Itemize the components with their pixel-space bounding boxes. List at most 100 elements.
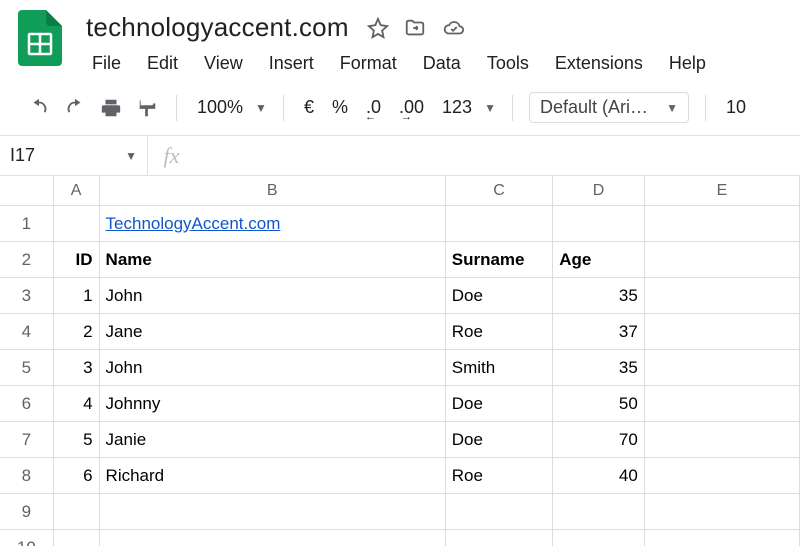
row-header[interactable]: 1	[0, 206, 54, 242]
menu-insert[interactable]: Insert	[259, 49, 324, 78]
cell[interactable]	[645, 530, 800, 546]
cell[interactable]	[645, 206, 800, 242]
cell[interactable]: 37	[553, 314, 645, 350]
menu-format[interactable]: Format	[330, 49, 407, 78]
select-all-corner[interactable]	[0, 176, 54, 206]
cell[interactable]	[645, 242, 800, 278]
paint-format-icon[interactable]	[134, 95, 160, 121]
cell[interactable]: Doe	[446, 422, 553, 458]
cell[interactable]	[54, 494, 100, 530]
cell[interactable]	[645, 278, 800, 314]
cell[interactable]: Roe	[446, 458, 553, 494]
cell[interactable]: Doe	[446, 278, 553, 314]
cell[interactable]	[100, 494, 446, 530]
cell[interactable]: 2	[54, 314, 100, 350]
redo-icon[interactable]	[62, 95, 88, 121]
row-header[interactable]: 6	[0, 386, 54, 422]
decrease-decimal[interactable]: .0←	[362, 95, 385, 120]
name-box[interactable]: I17 ▼	[0, 136, 148, 175]
cell[interactable]	[100, 530, 446, 546]
cell[interactable]	[54, 206, 100, 242]
hyperlink[interactable]: TechnologyAccent.com	[106, 214, 281, 234]
print-icon[interactable]	[98, 95, 124, 121]
cell[interactable]: Jane	[100, 314, 446, 350]
row-header[interactable]: 10	[0, 530, 54, 546]
cell[interactable]: 1	[54, 278, 100, 314]
cell[interactable]: TechnologyAccent.com	[100, 206, 446, 242]
cell[interactable]: 70	[553, 422, 645, 458]
cell[interactable]: Doe	[446, 386, 553, 422]
cell[interactable]: 50	[553, 386, 645, 422]
cell[interactable]	[446, 530, 553, 546]
cell[interactable]	[645, 494, 800, 530]
row-header[interactable]: 9	[0, 494, 54, 530]
menu-tools[interactable]: Tools	[477, 49, 539, 78]
row-header[interactable]: 4	[0, 314, 54, 350]
col-header[interactable]: C	[446, 176, 553, 206]
cell[interactable]	[553, 206, 645, 242]
cell[interactable]	[645, 458, 800, 494]
cell[interactable]: 3	[54, 350, 100, 386]
cell[interactable]: 4	[54, 386, 100, 422]
cell[interactable]: John	[100, 278, 446, 314]
cell[interactable]	[553, 494, 645, 530]
cell[interactable]	[645, 350, 800, 386]
row-header[interactable]: 2	[0, 242, 54, 278]
cell[interactable]: Richard	[100, 458, 446, 494]
row-header[interactable]: 8	[0, 458, 54, 494]
cell[interactable]: Janie	[100, 422, 446, 458]
chevron-down-icon[interactable]: ▼	[484, 101, 496, 115]
cell[interactable]: Smith	[446, 350, 553, 386]
cell[interactable]	[645, 422, 800, 458]
cell[interactable]	[645, 314, 800, 350]
col-header[interactable]: E	[645, 176, 800, 206]
cloud-status-icon[interactable]	[441, 17, 467, 39]
menu-help[interactable]: Help	[659, 49, 716, 78]
row-header[interactable]: 5	[0, 350, 54, 386]
menu-data[interactable]: Data	[413, 49, 471, 78]
active-cell-ref: I17	[10, 145, 35, 166]
col-header[interactable]: B	[100, 176, 446, 206]
cell[interactable]: Surname	[446, 242, 553, 278]
cell[interactable]: 35	[553, 278, 645, 314]
menu-extensions[interactable]: Extensions	[545, 49, 653, 78]
cell[interactable]	[645, 386, 800, 422]
cell[interactable]: John	[100, 350, 446, 386]
cell[interactable]: 5	[54, 422, 100, 458]
font-size[interactable]: 10	[722, 95, 750, 120]
fx-icon: fx	[148, 136, 196, 175]
cell[interactable]	[446, 206, 553, 242]
cell[interactable]: Johnny	[100, 386, 446, 422]
zoom-select[interactable]: 100%	[193, 95, 247, 120]
row-header[interactable]: 7	[0, 422, 54, 458]
font-family-select[interactable]: Default (Ari… ▼	[529, 92, 689, 123]
document-title[interactable]: technologyaccent.com	[82, 10, 353, 45]
cell[interactable]	[446, 494, 553, 530]
menu-view[interactable]: View	[194, 49, 253, 78]
menu-edit[interactable]: Edit	[137, 49, 188, 78]
star-icon[interactable]	[367, 17, 389, 39]
cell[interactable]: Age	[553, 242, 645, 278]
cell[interactable]: 40	[553, 458, 645, 494]
format-currency[interactable]: €	[300, 95, 318, 120]
chevron-down-icon[interactable]: ▼	[255, 101, 267, 115]
format-percent[interactable]: %	[328, 95, 352, 120]
formula-bar-input[interactable]	[196, 136, 800, 175]
cell[interactable]: ID	[54, 242, 100, 278]
cell[interactable]	[54, 530, 100, 546]
cell[interactable]: 6	[54, 458, 100, 494]
cell[interactable]: 35	[553, 350, 645, 386]
increase-decimal[interactable]: .00→	[395, 95, 428, 120]
menu-file[interactable]: File	[82, 49, 131, 78]
col-header[interactable]: D	[553, 176, 645, 206]
cell[interactable]: Name	[100, 242, 446, 278]
move-folder-icon[interactable]	[403, 17, 427, 39]
sheets-app-icon[interactable]	[12, 10, 68, 66]
row-header[interactable]: 3	[0, 278, 54, 314]
chevron-down-icon: ▼	[666, 101, 678, 115]
col-header[interactable]: A	[54, 176, 100, 206]
more-formats[interactable]: 123	[438, 95, 476, 120]
cell[interactable]: Roe	[446, 314, 553, 350]
cell[interactable]	[553, 530, 645, 546]
undo-icon[interactable]	[26, 95, 52, 121]
